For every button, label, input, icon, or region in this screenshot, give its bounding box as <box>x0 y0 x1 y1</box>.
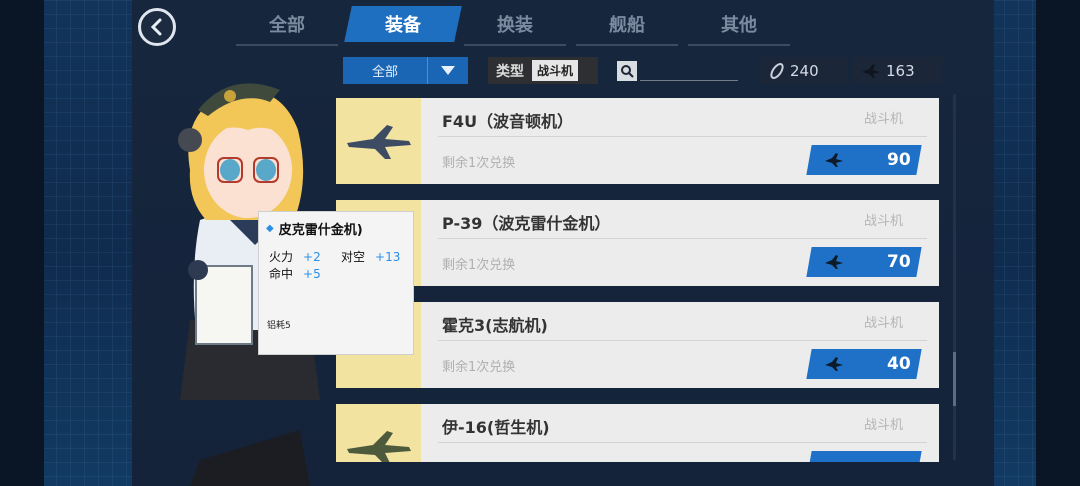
item-type: 战斗机 <box>863 112 903 127</box>
fighter-plane-icon <box>346 125 411 159</box>
tooltip-item-name: 皮克雷什金机) <box>278 223 363 238</box>
tab-ships[interactable]: 舰船 <box>572 6 682 46</box>
item-price: 70 <box>887 252 911 272</box>
search-icon <box>621 65 634 78</box>
tab-skins[interactable]: 换装 <box>460 6 570 46</box>
stat-value: +5 <box>303 267 321 281</box>
tooltip-cost: 铝耗5 <box>267 321 291 331</box>
plane-token-value: 163 <box>886 61 915 80</box>
item-remaining: 剩余1次兑换 <box>442 360 516 375</box>
search-button[interactable] <box>617 61 637 81</box>
plane-token-icon <box>825 153 843 167</box>
tab-label: 其他 <box>721 15 757 36</box>
category-dropdown[interactable]: 全部 <box>343 57 468 84</box>
item-price: 90 <box>887 150 911 170</box>
chevron-left-icon <box>150 18 162 36</box>
plane-token-icon <box>862 63 880 78</box>
tab-label: 舰船 <box>609 15 645 36</box>
item-tooltip: ◆ 皮克雷什金机) 火力 +2 对空 +13 命中 +5 铝耗5 <box>258 211 414 355</box>
stat-label: 命中 <box>269 267 294 281</box>
exchange-button[interactable]: 70 <box>806 247 922 277</box>
stat-value: +2 <box>303 250 321 264</box>
stat-value: +13 <box>375 250 401 264</box>
exchange-button[interactable] <box>806 451 922 462</box>
type-filter[interactable]: 类型 战斗机 <box>488 57 598 84</box>
exchange-button[interactable]: 40 <box>806 349 922 379</box>
plane-token-icon <box>825 357 843 371</box>
item-remaining: 剩余1次兑换 <box>442 258 516 273</box>
item-name: F4U（波音顿机） <box>442 112 574 131</box>
item-type: 战斗机 <box>863 316 903 331</box>
item-type: 战斗机 <box>863 214 903 229</box>
tab-equipment[interactable]: 装备 <box>344 6 462 42</box>
item-remaining: 剩余1次兑换 <box>442 156 516 171</box>
scrollbar-thumb[interactable] <box>953 352 956 406</box>
right-edge <box>1036 0 1080 486</box>
item-name: P-39（波克雷什金机） <box>442 214 611 233</box>
diamond-icon: ◆ <box>266 223 274 234</box>
item-price: 40 <box>887 354 911 374</box>
tab-label: 装备 <box>385 15 421 36</box>
stat-label: 火力 <box>269 250 294 264</box>
tab-label: 全部 <box>269 15 305 36</box>
aluminium-value: 240 <box>790 61 819 80</box>
stat-antiair: 对空 +13 <box>341 248 400 265</box>
dropdown-value: 全部 <box>371 65 398 80</box>
tooltip-title: ◆ 皮克雷什金机) <box>266 219 363 238</box>
fighter-plane-icon <box>346 431 411 462</box>
left-edge <box>0 0 44 486</box>
item-name: 伊-16(哲生机) <box>442 418 550 437</box>
list-item[interactable]: P-39（波克雷什金机） 战斗机 剩余1次兑换 70 <box>336 200 939 286</box>
stat-label: 对空 <box>341 250 366 264</box>
item-type: 战斗机 <box>863 418 903 433</box>
exchange-button[interactable]: 90 <box>806 145 922 175</box>
plane-token-icon <box>825 255 843 269</box>
tab-label: 换装 <box>497 15 533 36</box>
aluminium-icon <box>770 62 784 79</box>
type-filter-label: 类型 <box>496 63 524 80</box>
back-button[interactable] <box>138 8 176 46</box>
item-name: 霍克3(志航机) <box>442 316 548 335</box>
list-item[interactable]: 伊-16(哲生机) 战斗机 <box>336 404 939 462</box>
type-filter-value: 战斗机 <box>532 60 579 81</box>
dropdown-arrow-icon <box>427 57 468 84</box>
list-item[interactable]: 霍克3(志航机) 战斗机 剩余1次兑换 40 <box>336 302 939 388</box>
search-input[interactable] <box>640 80 738 81</box>
stat-accuracy: 命中 +5 <box>269 265 321 282</box>
stat-firepower: 火力 +2 <box>269 248 321 265</box>
category-tabs: 全部 装备 换装 舰船 其他 <box>232 6 972 46</box>
aluminium-counter: 240 <box>760 57 848 84</box>
tab-other[interactable]: 其他 <box>684 6 794 46</box>
tab-all[interactable]: 全部 <box>232 6 342 46</box>
exchange-item-list: F4U（波音顿机） 战斗机 剩余1次兑换 90 P-39（波克雷什金机） 战斗机… <box>336 98 940 462</box>
list-item[interactable]: F4U（波音顿机） 战斗机 剩余1次兑换 90 <box>336 98 939 184</box>
plane-token-counter: 163 <box>852 57 942 84</box>
